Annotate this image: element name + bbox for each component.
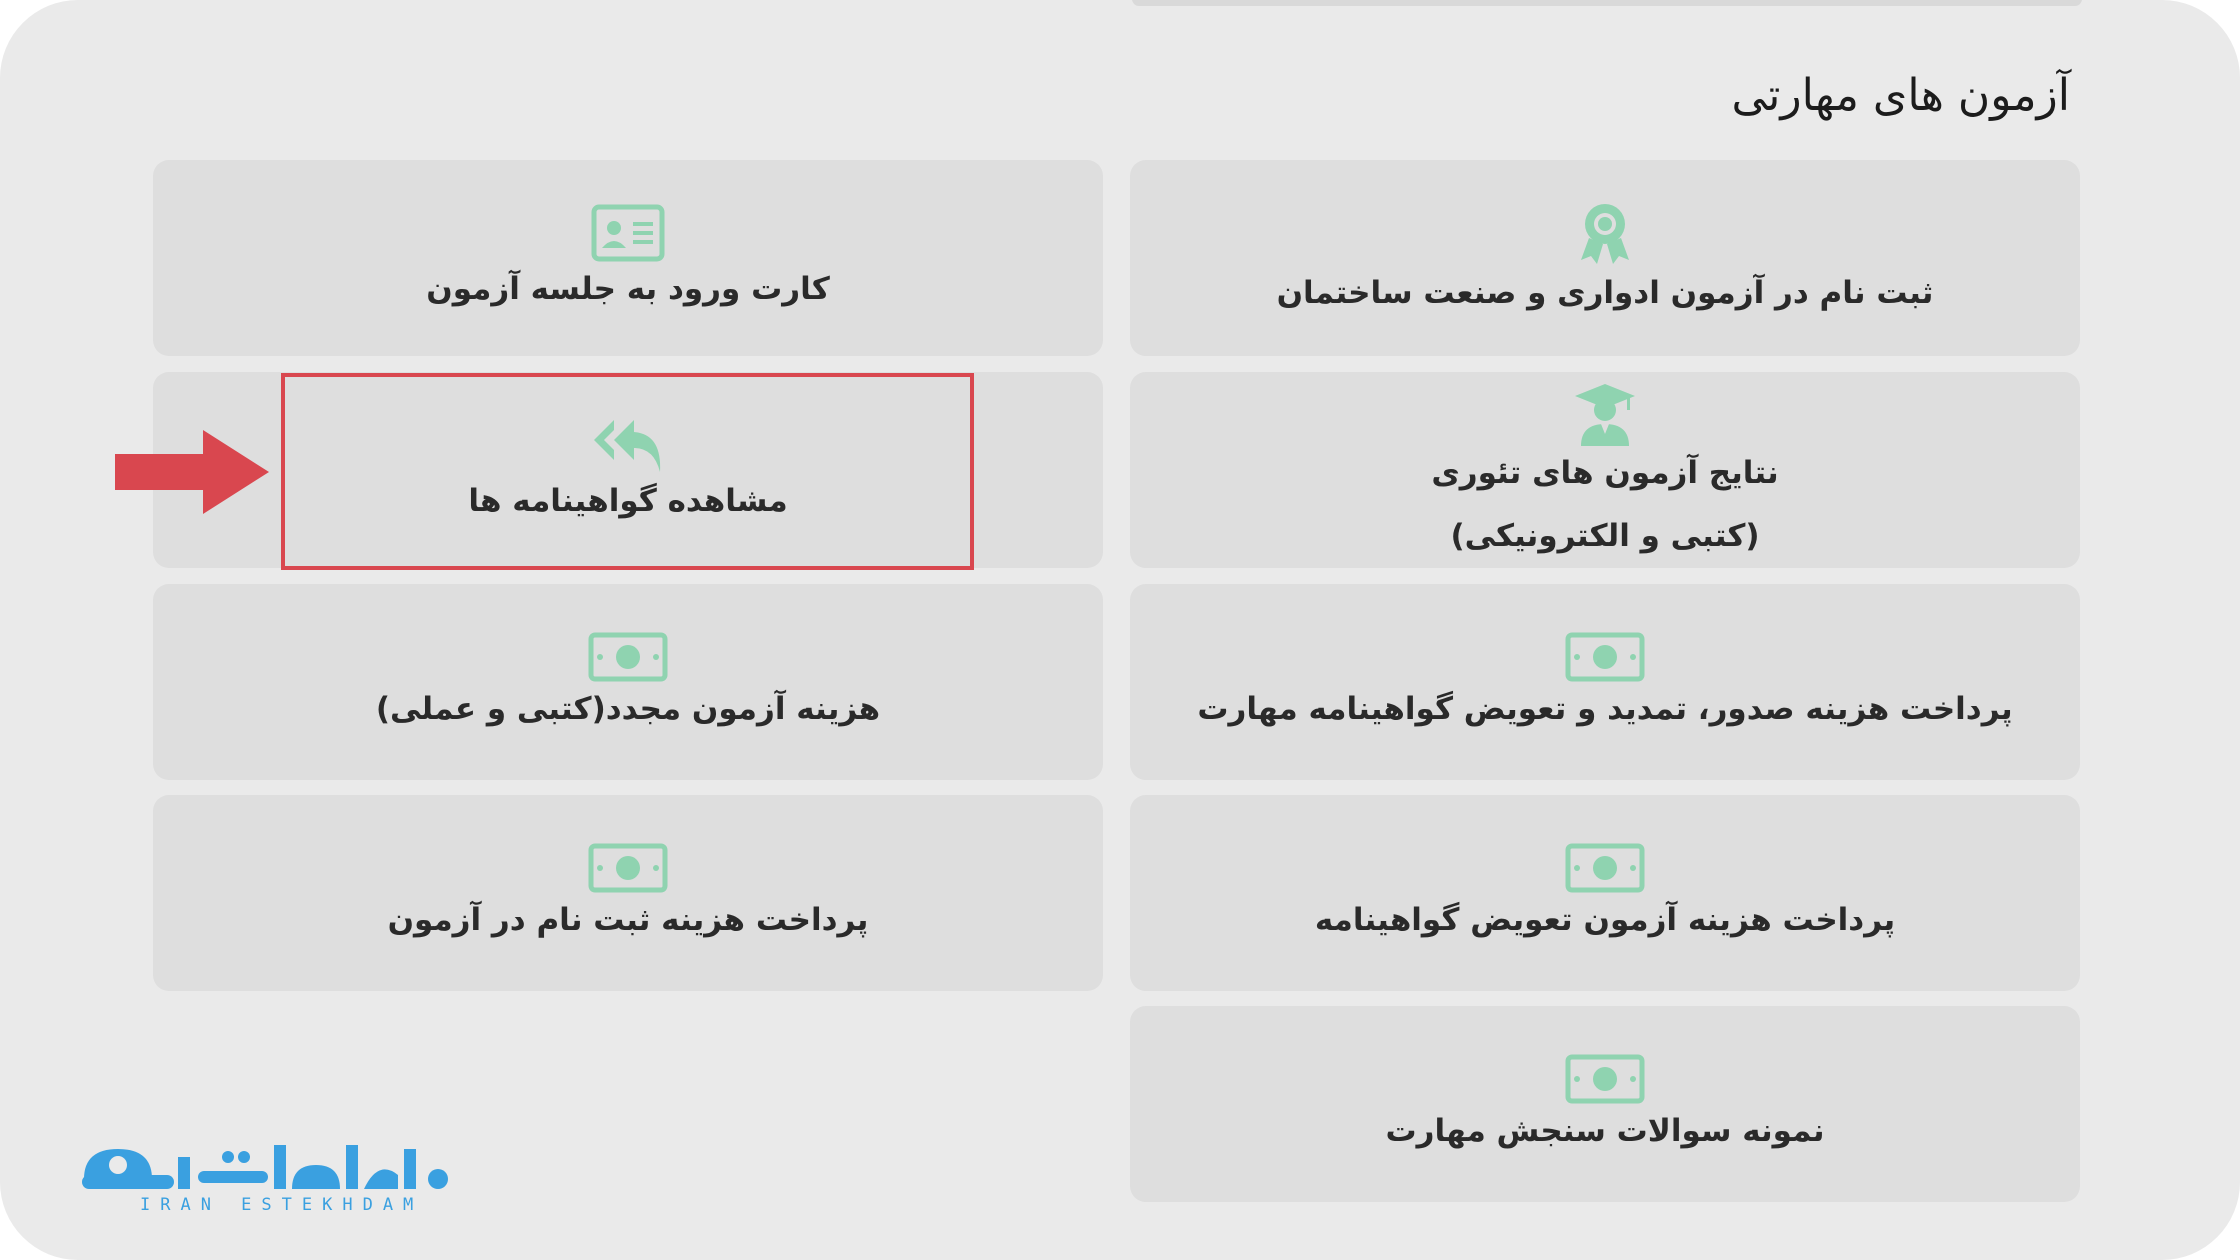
money-icon [1565, 843, 1645, 893]
pay-exchange-fee-card[interactable]: پرداخت هزینه آزمون تعویض گواهینامه [1130, 795, 2080, 991]
iran-estekhdam-logo: IRAN ESTEKHDAM [78, 1135, 478, 1215]
pay-exchange-fee-label: پرداخت هزینه آزمون تعویض گواهینامه [1314, 902, 1896, 939]
register-exam-card[interactable]: ثبت نام در آزمون ادواری و صنعت ساختمان [1130, 160, 2080, 356]
entry-card-label: کارت ورود به جلسه آزمون [426, 271, 830, 308]
id-card-icon [591, 204, 665, 262]
sample-questions-label: نمونه سوالات سنجش مهارت [1385, 1113, 1825, 1150]
theory-results-card[interactable]: نتایج آزمون های تئوری (کتبی و الکترونیکی… [1130, 372, 2080, 568]
logo-subtitle: IRAN ESTEKHDAM [140, 1195, 424, 1215]
money-icon [588, 843, 668, 893]
reply-all-icon [594, 420, 661, 473]
entry-card-card[interactable]: کارت ورود به جلسه آزمون [153, 160, 1103, 356]
theory-results-sublabel: (کتبی و الکترونیکی) [1450, 518, 1760, 554]
view-certificates-card[interactable]: مشاهده گواهینامه ها [153, 372, 1103, 568]
sample-questions-card[interactable]: نمونه سوالات سنجش مهارت [1130, 1006, 2080, 1202]
logo-mark-icon [82, 1145, 448, 1189]
register-exam-label: ثبت نام در آزمون ادواری و صنعت ساختمان [1276, 275, 1934, 312]
pay-issue-fee-label: پرداخت هزینه صدور، تمدید و تعویض گواهینا… [1197, 691, 2013, 728]
pay-issue-fee-card[interactable]: پرداخت هزینه صدور، تمدید و تعویض گواهینا… [1130, 584, 2080, 780]
retake-fee-label: هزینه آزمون مجدد(کتبی و عملی) [375, 691, 881, 728]
page-frame: آزمون های مهارتی ثبت نام در آزمون ادواری… [0, 0, 2240, 1260]
top-divider [1132, 0, 2082, 6]
award-ribbon-icon [1581, 204, 1629, 265]
graduate-icon [1575, 383, 1635, 446]
theory-results-label: نتایج آزمون های تئوری [1431, 454, 1779, 491]
money-icon [588, 632, 668, 682]
money-icon [1565, 632, 1645, 682]
red-arrow-icon [115, 430, 269, 514]
retake-fee-card[interactable]: هزینه آزمون مجدد(کتبی و عملی) [153, 584, 1103, 780]
pay-registration-fee-card[interactable]: پرداخت هزینه ثبت نام در آزمون [153, 795, 1103, 991]
view-certificates-label: مشاهده گواهینامه ها [468, 483, 788, 520]
section-title: آزمون های مهارتی [1731, 70, 2070, 121]
pay-registration-fee-label: پرداخت هزینه ثبت نام در آزمون [387, 902, 869, 939]
money-icon [1565, 1054, 1645, 1104]
